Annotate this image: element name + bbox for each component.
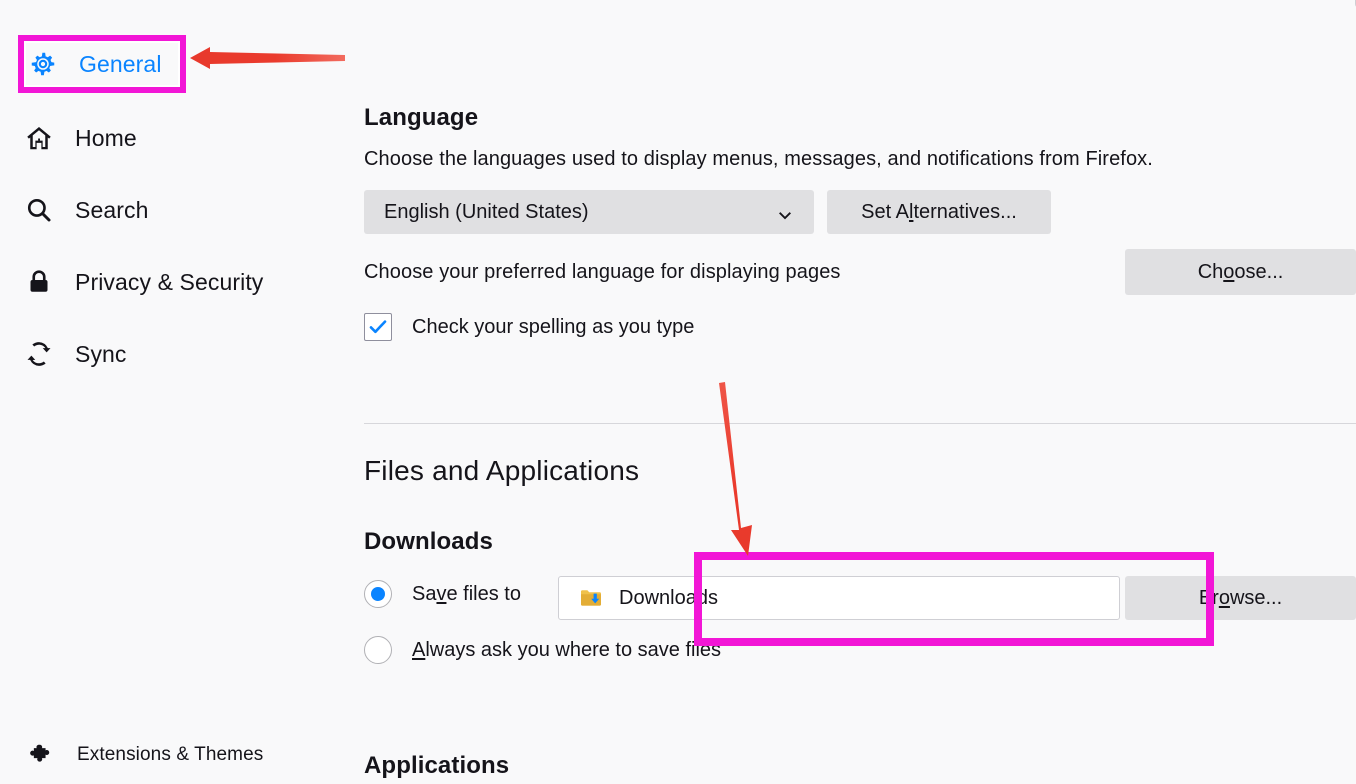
download-directory-field[interactable]: Downloads bbox=[558, 576, 1120, 620]
preferred-language-text: Choose your preferred language for displ… bbox=[364, 261, 841, 283]
home-icon bbox=[22, 121, 56, 155]
sidebar-item-search[interactable]: Search bbox=[22, 188, 148, 232]
language-section-title: Language bbox=[364, 104, 479, 131]
browse-button-label: Browse... bbox=[1198, 586, 1283, 609]
sidebar-item-label: Home bbox=[75, 124, 137, 151]
sidebar-item-privacy-security[interactable]: Privacy & Security bbox=[22, 260, 263, 304]
checkmark-icon bbox=[369, 320, 387, 334]
downloads-subsection-title: Downloads bbox=[364, 528, 493, 555]
set-alternatives-button[interactable]: Set Alternatives... bbox=[827, 190, 1051, 234]
set-alternatives-label: Set Alternatives... bbox=[861, 200, 1017, 223]
sidebar-item-extensions-themes[interactable]: Extensions & Themes bbox=[26, 740, 263, 770]
files-applications-title: Files and Applications bbox=[364, 455, 640, 486]
sidebar-item-sync[interactable]: Sync bbox=[22, 332, 127, 376]
sync-icon bbox=[22, 337, 56, 371]
download-directory-value: Downloads bbox=[619, 586, 718, 609]
always-ask-label: Always ask you where to save files bbox=[412, 638, 722, 661]
language-locale-value: English (United States) bbox=[384, 200, 589, 223]
sidebar-item-label: Search bbox=[75, 196, 149, 223]
sidebar-item-label: Privacy & Security bbox=[75, 268, 264, 295]
language-locale-dropdown[interactable]: English (United States) bbox=[364, 190, 814, 234]
spellcheck-label: Check your spelling as you type bbox=[412, 315, 695, 338]
choose-button-label: Choose... bbox=[1197, 260, 1284, 283]
browse-button[interactable]: Browse... bbox=[1125, 576, 1356, 620]
always-ask-row[interactable]: Always ask you where to save files bbox=[364, 636, 721, 664]
choose-language-button[interactable]: Choose... bbox=[1125, 249, 1356, 295]
chevron-down-icon bbox=[778, 208, 792, 219]
save-files-to-row[interactable]: Save files to bbox=[364, 580, 521, 608]
sidebar-item-label: General bbox=[79, 50, 162, 77]
save-files-to-label: Save files to bbox=[412, 582, 521, 605]
settings-main-content: Language Choose the languages used to di… bbox=[350, 0, 1356, 784]
gear-icon bbox=[26, 47, 60, 81]
sidebar-item-home[interactable]: Home bbox=[22, 116, 137, 160]
spellcheck-checkbox-row[interactable]: Check your spelling as you type bbox=[364, 313, 694, 341]
save-files-to-radio[interactable] bbox=[364, 580, 392, 608]
sidebar-item-label: Sync bbox=[75, 340, 127, 367]
downloads-folder-icon bbox=[580, 588, 602, 608]
always-ask-radio[interactable] bbox=[364, 636, 392, 664]
spellcheck-checkbox[interactable] bbox=[364, 313, 392, 341]
search-icon bbox=[22, 193, 56, 227]
lock-icon bbox=[22, 265, 56, 299]
section-divider bbox=[364, 423, 1356, 424]
settings-sidebar: General Home Search Privacy & Security S… bbox=[0, 0, 350, 784]
language-section-description: Choose the languages used to display men… bbox=[364, 148, 1153, 170]
sidebar-item-general[interactable]: General bbox=[26, 42, 162, 86]
puzzle-piece-icon bbox=[26, 740, 56, 770]
applications-section-title: Applications bbox=[364, 752, 510, 779]
sidebar-item-label: Extensions & Themes bbox=[77, 744, 264, 765]
